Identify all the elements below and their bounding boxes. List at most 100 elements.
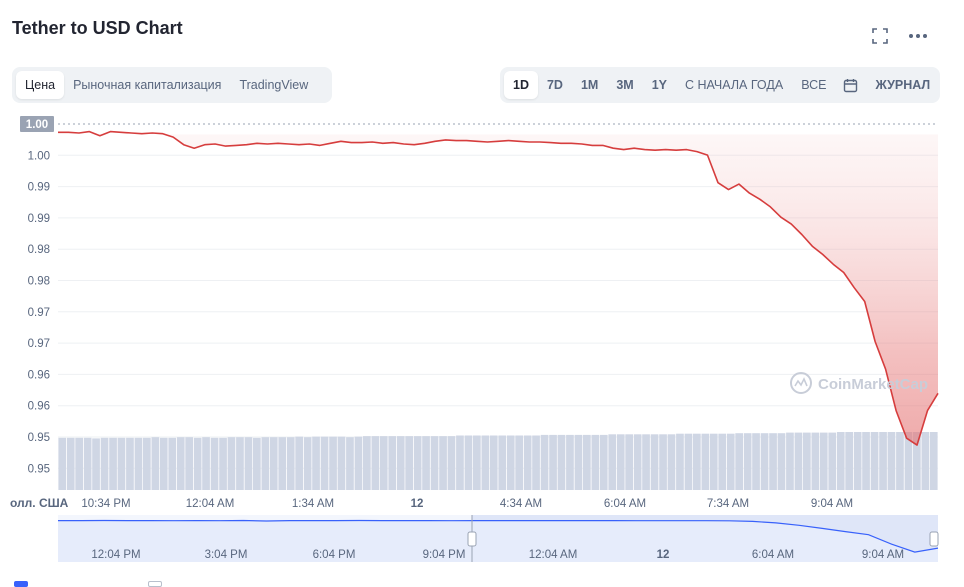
volume-bar — [760, 433, 769, 490]
volume-bar — [684, 433, 693, 490]
volume-bar — [244, 437, 253, 490]
navigator-tick-label: 9:04 AM — [862, 549, 904, 561]
volume-bar — [202, 437, 210, 490]
navigator-right-handle[interactable] — [929, 531, 939, 547]
volume-bar — [887, 432, 896, 490]
volume-bar — [709, 433, 718, 490]
volume-bar — [185, 437, 193, 490]
tab-price[interactable]: Цена — [16, 71, 65, 99]
volume-bar — [447, 436, 456, 490]
range-1m[interactable]: 1M — [572, 71, 607, 99]
more-horizontal-icon[interactable] — [908, 26, 928, 46]
volume-bar — [515, 435, 523, 490]
volume-bar — [574, 434, 583, 490]
fullscreen-icon[interactable] — [870, 26, 890, 46]
legend-usd-swatch[interactable] — [14, 581, 28, 587]
page-title: Tether to USD Chart — [12, 18, 183, 38]
y-tick-label: 0.96 — [28, 369, 50, 381]
volume-bar — [549, 434, 557, 490]
volume-bar — [388, 436, 397, 490]
volume-bar — [464, 435, 473, 490]
range-ytd[interactable]: С НАЧАЛА ГОДА — [676, 71, 792, 99]
x-tick-label: 1:34 AM — [292, 498, 334, 510]
x-tick-label: 12 — [411, 498, 424, 510]
calendar-icon[interactable] — [835, 71, 866, 99]
volume-bar — [642, 434, 650, 490]
price-chart: 1.00 1.00 0.99 0.99 0.98 0.98 0.97 0.97 0.96 0.96… — [10, 116, 939, 562]
volume-bar — [456, 435, 464, 490]
navigator-tick-label: 3:04 PM — [205, 549, 248, 561]
volume-bar — [879, 432, 887, 490]
volume-bar — [109, 437, 117, 490]
volume-bar — [616, 434, 625, 490]
volume-bar — [210, 437, 219, 490]
volume-bar — [583, 434, 591, 490]
volume-bar — [896, 432, 904, 490]
volume-bar — [506, 435, 515, 490]
current-price-label: 1.00 — [26, 119, 48, 131]
volume-bar — [718, 433, 727, 490]
volume-bar — [608, 434, 617, 490]
volume-bar — [803, 432, 811, 490]
volume-bar — [379, 436, 388, 490]
range-1d[interactable]: 1D — [504, 71, 538, 99]
navigator-left-handle[interactable] — [467, 531, 477, 547]
volume-bar — [337, 436, 346, 490]
price-area — [58, 134, 938, 446]
volume-bar — [929, 432, 938, 490]
journal-button[interactable]: ЖУРНАЛ — [866, 71, 939, 99]
volume-bar — [396, 436, 405, 490]
volume-bar — [489, 435, 498, 490]
x-tick-label: 6:04 AM — [604, 498, 646, 510]
volume-bar — [126, 437, 134, 490]
volume-bar — [66, 437, 75, 490]
y-axis-unit-label: олл. США — [10, 496, 69, 510]
x-tick-label: 9:04 AM — [811, 498, 853, 510]
volume-bar — [329, 436, 337, 490]
watermark: CoinMarketCap — [790, 372, 928, 394]
volume-bar — [363, 436, 371, 490]
volume-bar — [320, 436, 329, 490]
y-tick-label: 0.95 — [28, 463, 50, 475]
x-tick-label: 7:34 AM — [707, 498, 749, 510]
volume-bar — [253, 437, 261, 490]
volume-bar — [557, 434, 566, 490]
x-tick-label: 10:34 PM — [81, 498, 130, 510]
navigator-tick-label: 12:04 PM — [91, 549, 140, 561]
range-3m[interactable]: 3M — [607, 71, 642, 99]
navigator-tick-label: 12 — [657, 549, 670, 561]
volume-bar — [168, 437, 177, 490]
y-tick-label: 0.99 — [28, 182, 50, 194]
tab-tradingview[interactable]: TradingView — [230, 71, 317, 99]
volume-bar — [193, 437, 202, 490]
volume-bar — [921, 432, 930, 490]
x-tick-label: 4:34 AM — [500, 498, 542, 510]
volume-bar — [134, 437, 143, 490]
navigator-tick-label: 6:04 AM — [752, 549, 794, 561]
volume-bar — [75, 437, 83, 490]
volume-bar — [278, 437, 287, 490]
volume-bar — [473, 435, 481, 490]
volume-bar — [58, 437, 67, 490]
volume-bar — [430, 436, 439, 490]
volume-bar — [523, 435, 532, 490]
range-7d[interactable]: 7D — [538, 71, 572, 99]
volume-bar — [667, 434, 676, 490]
range-1y[interactable]: 1Y — [643, 71, 676, 99]
volume-bar — [819, 432, 828, 490]
volume-bar — [845, 432, 853, 490]
volume-bar — [236, 437, 244, 490]
volume-bar — [303, 437, 312, 490]
volume-bar — [693, 433, 701, 490]
volume-bar — [853, 432, 862, 490]
volume-bar — [295, 436, 303, 490]
volume-bar — [794, 432, 803, 490]
volume-bar — [405, 436, 413, 490]
range-all[interactable]: ВСЕ — [792, 71, 835, 99]
volume-bar — [261, 437, 270, 490]
volume-bar — [176, 437, 185, 490]
tab-market-cap[interactable]: Рыночная капитализация — [64, 71, 230, 99]
legend-btc-swatch[interactable] — [148, 581, 162, 587]
volume-bar — [532, 435, 540, 490]
volume-bar — [625, 434, 633, 490]
